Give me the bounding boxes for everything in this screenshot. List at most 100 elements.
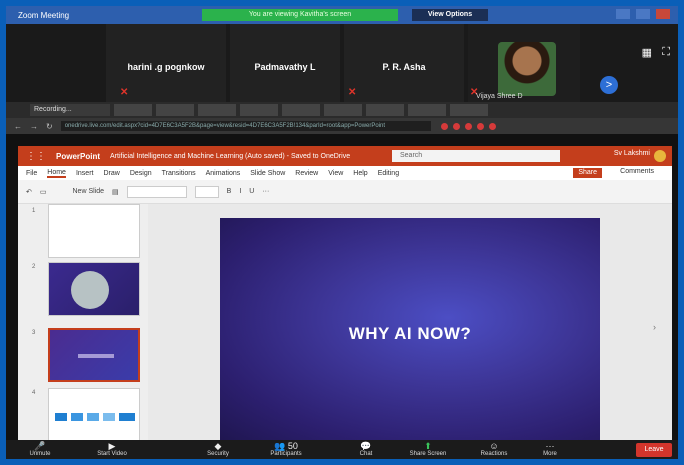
muted-mic-icon: ✕ (348, 87, 357, 98)
browser-tab[interactable] (114, 104, 152, 116)
start-video-label: Start Video (97, 451, 127, 457)
comments-button[interactable]: Comments (620, 168, 654, 175)
more-button[interactable]: ··· More (524, 441, 576, 457)
close-icon[interactable] (656, 9, 670, 19)
slide-thumbnail[interactable] (48, 262, 140, 316)
participant-name: P. R. Asha (382, 62, 426, 72)
thumbnail-flow-graphic (55, 413, 135, 421)
tab-draw[interactable]: Draw (103, 170, 119, 177)
chat-button[interactable]: 💬 Chat (340, 441, 392, 457)
participants-label: Participants (270, 451, 302, 457)
ribbon-tabs: File Home Insert Draw Design Transitions… (18, 166, 672, 180)
browser-address-bar: ← → ↻ onedrive.live.com/edit.aspx?cid=4D… (6, 118, 678, 134)
ribbon-toolbar: ↶ ▭ New Slide ▤ B I U ··· (18, 180, 672, 204)
tab-file[interactable]: File (26, 170, 37, 177)
browser-extensions[interactable] (440, 122, 496, 130)
chat-label: Chat (359, 451, 373, 457)
participant-tile[interactable]: P. R. Asha ✕ (344, 24, 464, 102)
slide-number: 2 (32, 264, 36, 270)
gallery-view-icon[interactable]: ▦ (642, 46, 652, 59)
font-name-field[interactable] (126, 185, 187, 198)
reactions-label: Reactions (480, 451, 508, 457)
security-label: Security (207, 451, 229, 457)
zoom-control-bar: 🎤 Unmute ▶ Start Video ◆ Security 👥 50 Parti… (6, 440, 678, 459)
slide-title[interactable]: WHY AI NOW? (220, 324, 600, 344)
unmute-button[interactable]: 🎤 Unmute (14, 441, 66, 457)
tab-slide-show[interactable]: Slide Show (250, 170, 285, 177)
bold-icon[interactable]: B (227, 188, 232, 195)
tab-insert[interactable]: Insert (76, 170, 94, 177)
document-title[interactable]: Artificial Intelligence and Machine Lear… (110, 153, 350, 160)
back-icon[interactable]: ← (14, 122, 22, 131)
forward-icon[interactable]: → (30, 122, 38, 131)
window-controls[interactable] (616, 9, 670, 19)
window-title: Zoom Meeting (18, 10, 70, 20)
share-screen-label: Share Screen (409, 451, 447, 457)
browser-tab[interactable] (324, 104, 362, 116)
tab-animations[interactable]: Animations (206, 170, 241, 177)
shield-icon: ◆ (214, 441, 222, 451)
layout-icon[interactable]: ▤ (112, 188, 119, 196)
slide-thumbnail-selected[interactable] (48, 328, 140, 382)
new-slide-button[interactable]: New Slide (73, 188, 105, 195)
search-input[interactable]: Search (392, 150, 560, 162)
more-icon: ··· (545, 441, 555, 451)
slide-thumbnail[interactable] (48, 204, 140, 258)
maximize-icon[interactable] (636, 9, 650, 19)
tab-transitions[interactable]: Transitions (162, 170, 196, 177)
share-button[interactable]: Share (573, 168, 602, 178)
unmute-label: Unmute (29, 451, 51, 457)
chat-icon: 💬 (360, 441, 372, 451)
leave-button[interactable]: Leave (636, 443, 672, 457)
reload-icon[interactable]: ↻ (46, 122, 53, 131)
browser-tab[interactable] (156, 104, 194, 116)
app-launcher-icon[interactable]: ⋮⋮ (26, 151, 46, 162)
security-button[interactable]: ◆ Security (192, 441, 244, 457)
tab-design[interactable]: Design (130, 170, 152, 177)
font-size-field[interactable] (194, 185, 219, 198)
participant-name: Vijaya Shree D (476, 93, 523, 100)
zoom-window: Zoom Meeting You are viewing Kavitha's s… (6, 6, 678, 459)
underline-icon[interactable]: U (249, 188, 254, 195)
more-label: More (543, 451, 557, 457)
browser-tab[interactable] (282, 104, 320, 116)
app-name: PowerPoint (56, 151, 101, 161)
participants-count: 50 (287, 441, 298, 451)
fullscreen-icon[interactable]: ⛶ (662, 46, 670, 59)
tab-review[interactable]: Review (295, 170, 318, 177)
next-page-button[interactable]: > (600, 76, 618, 94)
tab-view[interactable]: View (328, 170, 343, 177)
participants-button[interactable]: 👥 50 Participants (260, 441, 312, 457)
participant-tile[interactable]: harini .g pognkow ✕ (106, 24, 226, 102)
undo-icon[interactable]: ↶ (26, 188, 32, 196)
slide-editor: WHY AI NOW? › (148, 204, 672, 440)
start-video-button[interactable]: ▶ Start Video (86, 441, 138, 457)
user-name[interactable]: Sv Lakshmi (614, 150, 650, 157)
current-slide[interactable]: WHY AI NOW? (220, 218, 600, 440)
view-options-button[interactable]: View Options (412, 9, 488, 21)
slide-number: 1 (32, 208, 36, 214)
italic-icon[interactable]: I (239, 188, 241, 195)
browser-tab-recording[interactable]: Recording... (30, 104, 110, 116)
scroll-right-icon[interactable]: › (653, 322, 656, 332)
browser-tab[interactable] (198, 104, 236, 116)
editing-mode-dropdown[interactable]: Editing (378, 170, 399, 177)
browser-tab[interactable] (450, 104, 488, 116)
tab-home[interactable]: Home (47, 169, 66, 178)
share-screen-button[interactable]: ⬆ Share Screen (402, 441, 454, 457)
browser-tab[interactable] (366, 104, 404, 116)
participant-name: harini .g pognkow (127, 62, 205, 72)
tab-help[interactable]: Help (353, 170, 367, 177)
avatar[interactable] (654, 150, 666, 162)
browser-tab[interactable] (408, 104, 446, 116)
paste-icon[interactable]: ▭ (40, 188, 47, 196)
thumbnail-caption (78, 354, 114, 358)
participant-tile[interactable]: Padmavathy L (230, 24, 340, 102)
minimize-icon[interactable] (616, 9, 630, 19)
more-options-icon[interactable]: ··· (262, 188, 269, 195)
browser-tab[interactable] (240, 104, 278, 116)
reactions-button[interactable]: ☺ Reactions (468, 441, 520, 457)
slide-thumbnail[interactable] (48, 388, 140, 442)
video-camera-icon: ▶ (108, 441, 116, 451)
url-field[interactable]: onedrive.live.com/edit.aspx?cid=4D7E6C3A… (60, 121, 431, 131)
